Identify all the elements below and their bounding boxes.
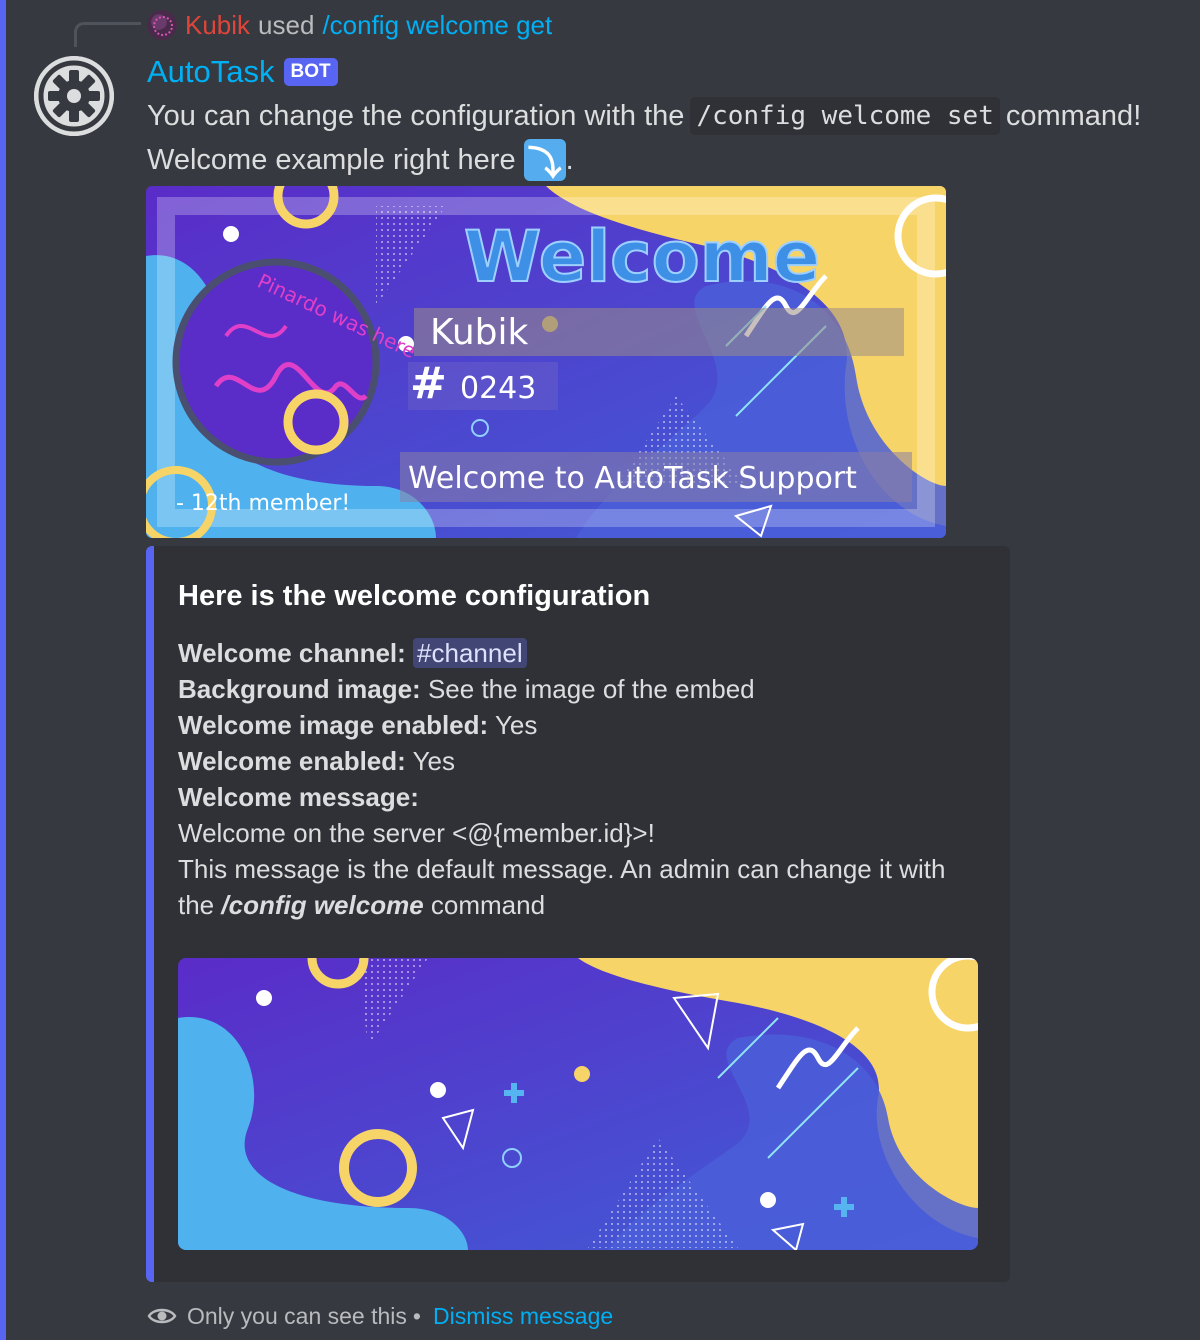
reply-username[interactable]: Kubik bbox=[185, 10, 250, 41]
field-label: Background image: bbox=[178, 674, 421, 704]
field-label: Welcome channel: bbox=[178, 638, 406, 668]
channel-name: channel bbox=[431, 638, 523, 668]
message-line-2: Welcome example right here ⤵ . bbox=[147, 138, 574, 183]
reply-used-text: used bbox=[258, 9, 315, 40]
field-value: Yes bbox=[494, 710, 538, 740]
welcome-card-username: Kubik bbox=[430, 312, 528, 353]
reply-reference[interactable]: Kubik used /config welcome get bbox=[147, 8, 552, 42]
reply-connector bbox=[74, 22, 141, 47]
field-background-image: Background image: See the image of the e… bbox=[178, 674, 755, 705]
hash-icon: # bbox=[410, 358, 447, 409]
default-message-note: This message is the default message. An … bbox=[178, 854, 946, 884]
message-text: You can change the configuration with th… bbox=[147, 99, 685, 132]
field-label: Welcome enabled: bbox=[178, 746, 406, 776]
field-welcome-enabled: Welcome enabled: Yes bbox=[178, 746, 455, 777]
field-label: Welcome message: bbox=[178, 782, 419, 812]
field-welcome-message: Welcome message: bbox=[178, 782, 419, 813]
reply-avatar[interactable] bbox=[147, 10, 177, 40]
separator: • bbox=[412, 1302, 421, 1329]
embed-background-image[interactable] bbox=[178, 958, 978, 1250]
gear-icon bbox=[34, 56, 114, 136]
note-text: command bbox=[430, 890, 546, 920]
channel-mention[interactable]: #channel bbox=[413, 638, 527, 668]
field-value: Yes bbox=[412, 746, 455, 776]
welcome-message-value: Welcome on the server <@{member.id}>! bbox=[178, 818, 655, 848]
hash-icon: # bbox=[417, 638, 432, 668]
eye-icon bbox=[147, 1308, 177, 1324]
note-text: the bbox=[178, 890, 215, 920]
ephemeral-highlight-bar bbox=[0, 0, 6, 1340]
note-command: /config welcome bbox=[221, 890, 424, 920]
bot-tag: BOT bbox=[283, 58, 338, 86]
ephemeral-footer: Only you can see this • Dismiss message bbox=[147, 1300, 613, 1332]
message-line-1: You can change the configuration with th… bbox=[147, 94, 1141, 138]
author-name[interactable]: AutoTask bbox=[147, 54, 275, 90]
embed-title: Here is the welcome configuration bbox=[178, 580, 651, 612]
field-value: See the image of the embed bbox=[427, 674, 755, 704]
arrow-heading-down-icon[interactable]: ⤵ bbox=[523, 139, 566, 183]
welcome-card-server-text: Welcome to AutoTask Support bbox=[408, 461, 857, 496]
bot-avatar[interactable] bbox=[34, 56, 114, 136]
reply-command[interactable]: /config welcome get bbox=[322, 10, 552, 41]
welcome-card-graphic: Welcome Kubik # 0243 Welcome to AutoTask… bbox=[146, 186, 946, 538]
field-label: Welcome image enabled: bbox=[178, 710, 489, 740]
welcome-card-member-count: - 12th member! bbox=[176, 491, 350, 516]
inline-code: /config welcome set bbox=[690, 97, 1000, 135]
welcome-card-title: Welcome bbox=[464, 216, 820, 298]
welcome-image-attachment[interactable]: Welcome Kubik # 0243 Welcome to AutoTask… bbox=[146, 186, 946, 538]
message-text: Welcome example right here bbox=[147, 143, 516, 176]
config-embed: Here is the welcome configuration Welcom… bbox=[146, 546, 1010, 1282]
message-header: AutoTask BOT bbox=[147, 52, 338, 92]
message-text: . bbox=[565, 143, 574, 176]
welcome-card-discriminator: 0243 bbox=[460, 371, 536, 406]
message-text: command! bbox=[1005, 99, 1142, 132]
field-welcome-channel: Welcome channel: #channel bbox=[178, 638, 527, 669]
ephemeral-notice: Only you can see this bbox=[187, 1302, 407, 1329]
background-graphic bbox=[178, 958, 978, 1250]
field-image-enabled: Welcome image enabled: Yes bbox=[178, 710, 537, 741]
dismiss-message-link[interactable]: Dismiss message bbox=[433, 1303, 613, 1330]
default-message-note-line2: the /config welcome command bbox=[178, 890, 545, 921]
